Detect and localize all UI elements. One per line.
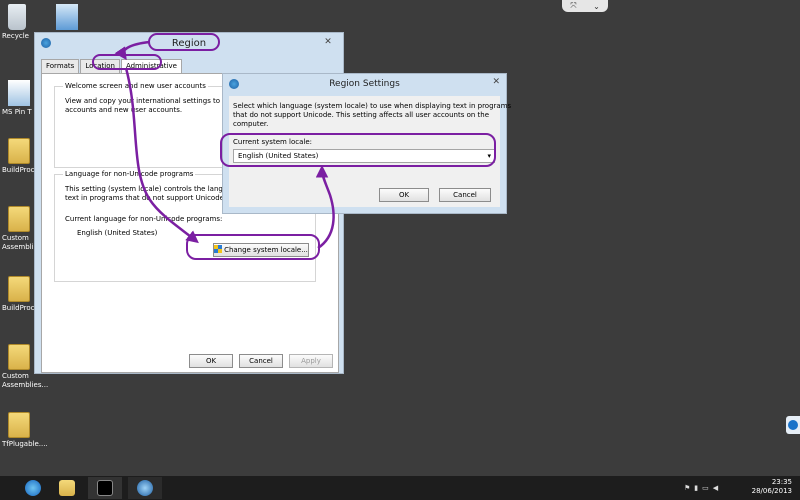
folder-icon: [59, 480, 75, 496]
flag-icon[interactable]: ⚑: [684, 484, 690, 492]
taskbar-ie[interactable]: [16, 477, 50, 499]
teamviewer-side-button[interactable]: [786, 416, 800, 434]
annotation-arrow-to-button: [124, 67, 199, 244]
clock-time: 23:35: [771, 478, 792, 486]
taskbar: ⚑ ▮ ▭ ◀ 23:35 28/06/2013: [0, 476, 800, 500]
annotation-arrow-to-select: [315, 165, 335, 250]
annotation-arrow-to-tab: [114, 40, 151, 61]
clock[interactable]: 23:35 28/06/2013: [752, 478, 792, 496]
taskbar-cmd[interactable]: [88, 477, 122, 499]
annotation-arrows: [114, 40, 335, 250]
globe-icon: [137, 480, 153, 496]
tray-icons: ⚑ ▮ ▭ ◀: [684, 484, 718, 492]
teamviewer-icon: [788, 420, 798, 430]
clock-date: 28/06/2013: [751, 487, 792, 495]
taskbar-explorer[interactable]: [50, 477, 84, 499]
volume-icon[interactable]: ◀: [713, 484, 718, 492]
command-prompt-icon: [97, 480, 113, 496]
display-icon[interactable]: ▭: [702, 484, 709, 492]
internet-explorer-icon: [25, 480, 41, 496]
taskbar-region[interactable]: [128, 477, 162, 499]
network-icon[interactable]: ▮: [694, 484, 698, 492]
